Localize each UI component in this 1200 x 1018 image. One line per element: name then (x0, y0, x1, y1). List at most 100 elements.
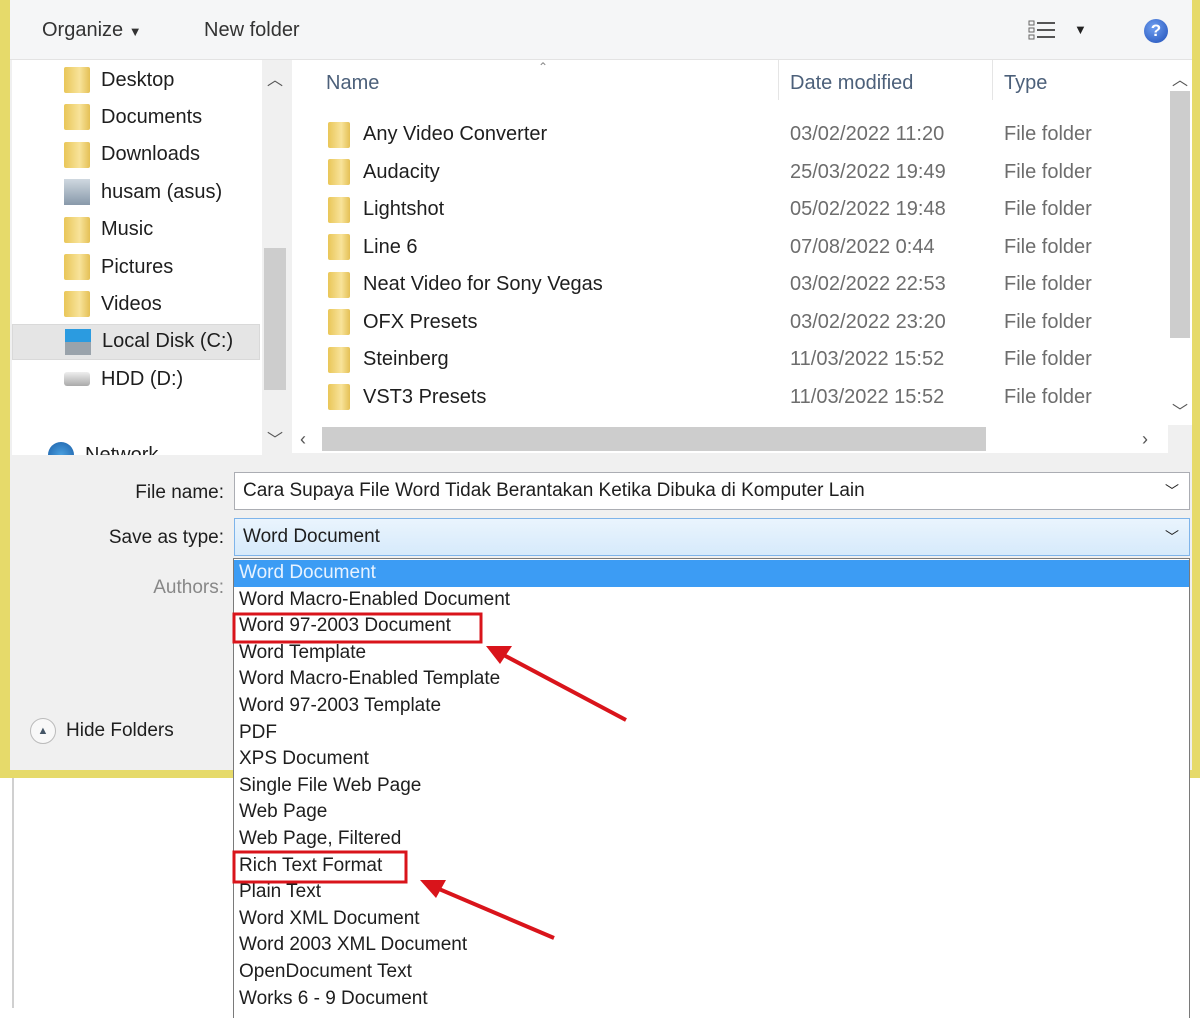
file-row[interactable]: Audacity 25/03/2022 19:49 File folder (292, 154, 1168, 191)
view-options-icon[interactable] (1028, 20, 1056, 40)
save-type-option[interactable]: Word 97-2003 Template (234, 693, 1189, 720)
hide-folders-button[interactable]: ▲ Hide Folders (30, 718, 174, 744)
save-type-option[interactable]: Word Macro-Enabled Template (234, 666, 1189, 693)
file-date: 03/02/2022 23:20 (790, 310, 946, 333)
column-header-date[interactable]: Date modified (790, 72, 913, 95)
chevron-down-icon[interactable]: ﹀ (1165, 481, 1179, 501)
save-as-type-value: Word Document (243, 526, 380, 547)
file-list: ⌃ Name Date modified Type Any Video Conv… (292, 60, 1168, 425)
folder-icon (328, 234, 350, 260)
save-type-option[interactable]: Rich Text Format (234, 853, 1189, 880)
file-date: 07/08/2022 0:44 (790, 235, 935, 258)
scroll-up-icon[interactable]: ︿ (262, 66, 288, 90)
scroll-right-icon[interactable]: › (1142, 429, 1148, 450)
nav-item[interactable]: HDD (D:) (12, 361, 260, 397)
nav-item[interactable]: Downloads (12, 137, 260, 173)
scroll-up-icon[interactable]: ︿ (1168, 66, 1192, 90)
save-type-option[interactable]: XPS Document (234, 746, 1189, 773)
folder-icon (328, 271, 350, 298)
nav-item[interactable]: Documents (12, 99, 260, 135)
music-folder-icon (64, 216, 90, 243)
save-type-option[interactable]: Single File Web Page (234, 773, 1189, 800)
pictures-folder-icon (64, 254, 90, 280)
column-divider (778, 60, 779, 100)
save-type-option[interactable]: PDF (234, 720, 1189, 747)
list-horizontal-scrollbar[interactable]: ‹ › (292, 425, 1168, 453)
column-header-name[interactable]: Name (326, 72, 379, 95)
save-type-option[interactable]: Word 2003 XML Document (234, 932, 1189, 959)
file-name-value: Cara Supaya File Word Tidak Berantakan K… (243, 480, 865, 501)
save-type-option[interactable]: Works 6 - 9 Document (234, 986, 1189, 1013)
help-icon[interactable]: ? (1144, 19, 1168, 43)
file-name-input[interactable]: Cara Supaya File Word Tidak Berantakan K… (234, 472, 1190, 510)
file-type: File folder (1004, 198, 1092, 220)
nav-item[interactable]: Music (12, 212, 260, 248)
horizontal-scrollbar-thumb[interactable] (322, 427, 986, 451)
file-row[interactable]: Steinberg 11/03/2022 15:52 File folder (292, 341, 1168, 378)
save-type-option[interactable]: OpenDocument Text (234, 959, 1189, 986)
file-name: Any Video Converter (363, 123, 548, 145)
local-disk-icon (65, 328, 91, 355)
nav-scrollbar[interactable]: ︿ ﹀ (262, 60, 288, 455)
save-type-option[interactable]: Word Document (234, 560, 1189, 587)
save-type-option[interactable]: Web Page (234, 799, 1189, 826)
drive-icon (64, 372, 90, 387)
file-row[interactable]: Any Video Converter 03/02/2022 11:20 Fil… (292, 116, 1168, 153)
nav-item[interactable]: Local Disk (C:) (12, 323, 260, 360)
view-dropdown-icon[interactable]: ▼ (1074, 22, 1087, 37)
save-type-option[interactable]: Plain Text (234, 879, 1189, 906)
file-type: File folder (1004, 385, 1092, 408)
hide-folders-label: Hide Folders (66, 720, 174, 741)
user-icon (64, 179, 90, 206)
file-row[interactable]: VST3 Presets 11/03/2022 15:52 File folde… (292, 379, 1168, 416)
file-type: File folder (1004, 310, 1092, 333)
nav-item[interactable]: Desktop (12, 62, 260, 98)
nav-scrollbar-thumb[interactable] (264, 248, 286, 390)
nav-item-label: Videos (101, 292, 162, 315)
chevron-down-icon[interactable]: ﹀ (1165, 527, 1179, 547)
toolbar: Organize ▼ New folder ▼ ? (10, 0, 1192, 60)
videos-folder-icon (64, 291, 90, 318)
nav-item[interactable]: Videos (12, 286, 260, 322)
file-type: File folder (1004, 235, 1092, 258)
nav-item-label: Pictures (101, 255, 174, 278)
file-type: File folder (1004, 160, 1092, 183)
new-folder-button[interactable]: New folder (204, 19, 300, 42)
file-row[interactable]: Line 6 07/08/2022 0:44 File folder (292, 229, 1168, 266)
save-type-option[interactable]: Word Template (234, 640, 1189, 667)
save-as-type-select[interactable]: Word Document ﹀ (234, 518, 1190, 556)
file-row[interactable]: Neat Video for Sony Vegas 03/02/2022 22:… (292, 266, 1168, 303)
organize-button[interactable]: Organize ▼ (42, 19, 142, 42)
folder-icon (328, 121, 350, 148)
save-type-option[interactable]: Word XML Document (234, 906, 1189, 933)
file-date: 25/03/2022 19:49 (790, 160, 946, 183)
file-date: 03/02/2022 11:20 (790, 123, 945, 145)
scroll-down-icon[interactable]: ﹀ (1168, 398, 1192, 422)
save-type-option[interactable]: Web Page, Filtered (234, 826, 1189, 853)
nav-item-label: husam (asus) (101, 180, 223, 203)
file-date: 11/03/2022 15:52 (790, 348, 945, 370)
list-vertical-scrollbar[interactable]: ︿ ﹀ (1168, 60, 1192, 425)
save-type-option[interactable]: Word Macro-Enabled Document (234, 587, 1189, 614)
scroll-down-icon[interactable]: ﹀ (262, 426, 288, 450)
file-name: Neat Video for Sony Vegas (363, 273, 603, 295)
file-row[interactable]: Lightshot 05/02/2022 19:48 File folder (292, 191, 1168, 228)
nav-item[interactable]: Network (12, 437, 260, 455)
file-name: OFX Presets (363, 310, 478, 333)
list-scrollbar-thumb[interactable] (1170, 91, 1190, 338)
document-margin (12, 778, 14, 1008)
folder-icon (328, 309, 350, 335)
save-type-option[interactable]: Word 97-2003 Document (234, 613, 1189, 640)
folder-icon (328, 346, 350, 373)
nav-item-label: Downloads (101, 143, 200, 166)
folder-icon (328, 196, 350, 223)
nav-item-label: Music (101, 218, 154, 241)
file-name: Steinberg (363, 348, 449, 370)
scroll-left-icon[interactable]: ‹ (300, 429, 306, 450)
nav-item[interactable]: Pictures (12, 249, 260, 285)
column-header-type[interactable]: Type (1004, 72, 1047, 95)
file-row[interactable]: OFX Presets 03/02/2022 23:20 File folder (292, 304, 1168, 341)
nav-item[interactable]: husam (asus) (12, 174, 260, 210)
file-name-label: File name: (135, 482, 224, 503)
nav-item-label: Documents (101, 105, 203, 128)
